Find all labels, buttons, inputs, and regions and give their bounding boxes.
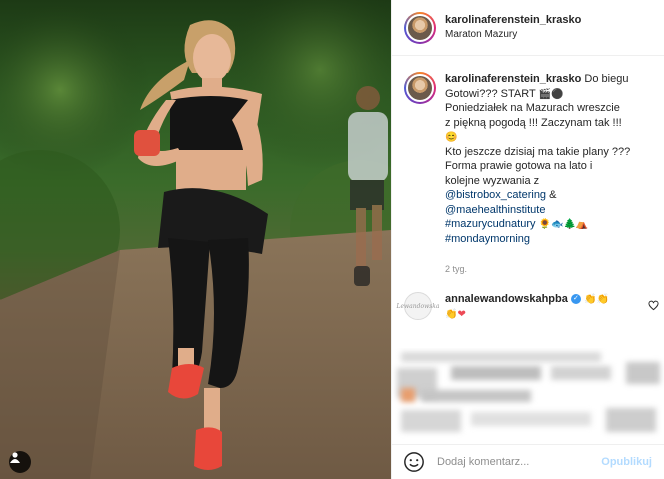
mention-bistrobox[interactable]: @bistrobox_catering [445,189,546,201]
clap-emoji-icon: 👏 [584,294,597,305]
photo-illustration [0,0,391,479]
user-tag-button[interactable] [9,451,31,473]
verified-badge-icon: ✓ [570,294,581,305]
post-location[interactable]: Maraton Mazury [445,28,581,42]
caption-line-6: Kto jeszcze dzisiaj ma takie plany ??? [445,145,631,158]
ampersand: & [549,189,557,201]
comment-bar: Opublikuj [391,444,664,479]
mention-maehealth[interactable]: @maehealthinstitute [445,204,545,216]
red-heart-emoji-icon: ❤ [457,309,466,320]
smile-emoji-icon: 😊 [445,132,458,143]
caption-line-2: Gotowi??? START [445,87,536,100]
caption-username[interactable]: karolinaferenstein_krasko [445,73,581,85]
emoji-picker-icon[interactable] [403,451,425,473]
caption-line-7: Forma prawie gotowa na lato i [445,160,593,172]
commenter-avatar[interactable]: Lewandowska [397,292,440,320]
post-photo[interactable] [0,0,391,479]
post-comment-button[interactable]: Opublikuj [601,456,652,468]
hashtag-mazurycudnatury[interactable]: #mazurycudnatury [445,218,536,230]
flower-emoji-icon: 🌻 [538,219,552,230]
comment-input[interactable] [437,456,602,468]
hashtag-mondaymorning[interactable]: #mondaymorning [445,233,530,245]
commenter-username[interactable]: annalewandowskahpba [445,293,568,305]
person-icon [10,452,20,463]
black-circle-emoji-icon: ⚫ [551,88,564,100]
caption-line-3: Poniedziałek na Mazurach wreszcie [445,102,620,114]
caption-line-4: z piękną pogodą !!! Zaczynam tak !!! [445,116,622,129]
comment-row: Lewandowska annalewandowskahpba ✓ 👏👏 👏❤ [397,292,659,322]
tent-emoji-icon: ⛺ [575,219,589,230]
caption-author-avatar[interactable] [404,72,436,104]
clapper-emoji-icon: 🎬 [538,88,552,100]
instagram-post-modal: karolinaferenstein_krasko Maraton Mazury… [0,0,664,479]
author-avatar[interactable] [404,11,436,44]
commenter-avatar-text: Lewandowska [396,302,440,310]
post-header: karolinaferenstein_krasko Maraton Mazury [392,0,664,56]
like-comment-heart-icon[interactable] [648,300,659,311]
caption-text: karolinaferenstein_krasko Do biegu Gotow… [445,72,659,246]
author-username[interactable]: karolinaferenstein_krasko [445,13,581,28]
clap-emoji-icon: 👏 [445,309,458,320]
caption-line-1: Do biegu [584,73,629,85]
tree-emoji-icon: 🌲 [563,219,576,230]
post-time[interactable]: 2 tyg. [445,264,467,274]
blurred-content [391,348,664,444]
fish-emoji-icon: 🐟 [551,219,564,230]
caption: karolinaferenstein_krasko Do biegu Gotow… [404,72,659,246]
clap-emoji-icon: 👏 [596,294,609,305]
caption-line-8: kolejne wyzwania z [445,174,540,187]
